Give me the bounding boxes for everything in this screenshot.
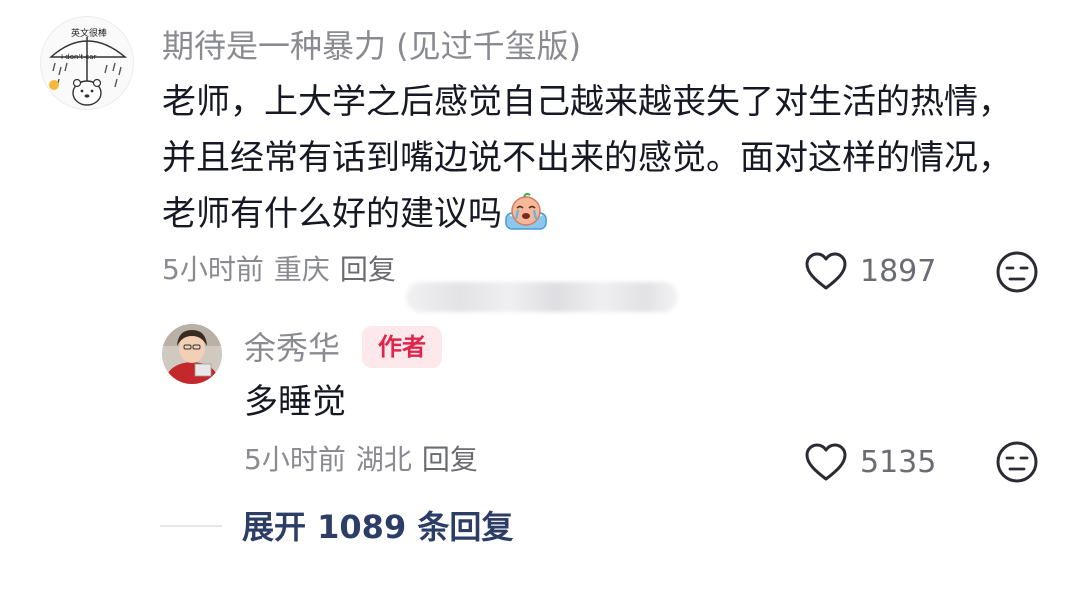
comment-line-3-text: 老师有什么好的建议吗 <box>162 194 502 234</box>
comment-reply-button[interactable]: 回复 <box>340 253 396 286</box>
comment-dislike-button[interactable] <box>995 250 1039 298</box>
reply-reply-button[interactable]: 回复 <box>422 443 478 476</box>
comment-meta: 5小时前 重庆 回复 <box>162 252 396 288</box>
comment-like-button[interactable] <box>804 251 848 295</box>
commenter-username[interactable]: 期待是一种暴力 (见过千玺版) <box>162 26 581 66</box>
reply-dislike-button[interactable] <box>995 440 1039 488</box>
neutral-face-icon <box>996 441 1038 483</box>
reply-like-count: 5135 <box>860 445 937 480</box>
avatar-caption: I don't car <box>61 53 96 61</box>
comment-like-count: 1897 <box>860 254 937 289</box>
commenter-avatar[interactable]: 英文很棒 I don't car <box>40 16 134 110</box>
author-username[interactable]: 余秀华 <box>244 328 340 368</box>
author-badge: 作者 <box>362 326 442 368</box>
comment-time: 5小时前 <box>162 253 264 286</box>
reply-content: 多睡觉 <box>244 382 346 422</box>
comment-line-2: 并且经常有话到嘴边说不出来的感觉。面对这样的情况， <box>162 138 1012 178</box>
comment-content: 老师，上大学之后感觉自己越来越丧失了对生活的热情， 并且经常有话到嘴边说不出来的… <box>162 74 1042 242</box>
heart-icon <box>805 252 847 290</box>
comment-location: 重庆 <box>273 253 330 286</box>
comment-line-3: 老师有什么好的建议吗 <box>162 186 1042 242</box>
crying-face-emoji-icon <box>504 191 548 231</box>
expand-divider <box>160 525 222 527</box>
reply-time: 5小时前 <box>244 443 346 476</box>
reply-meta: 5小时前 湖北 回复 <box>244 442 478 478</box>
neutral-face-icon <box>996 251 1038 293</box>
expand-replies-button[interactable]: 展开 1089 条回复 <box>242 506 513 548</box>
reply-like-button[interactable] <box>804 442 848 486</box>
author-avatar[interactable] <box>162 324 222 384</box>
comment-line-1: 老师，上大学之后感觉自己越来越丧失了对生活的热情， <box>162 82 1012 122</box>
blurred-region <box>406 282 678 312</box>
heart-icon <box>805 443 847 481</box>
reply-location: 湖北 <box>355 443 412 476</box>
avatar-top-text: 英文很棒 <box>71 27 107 39</box>
